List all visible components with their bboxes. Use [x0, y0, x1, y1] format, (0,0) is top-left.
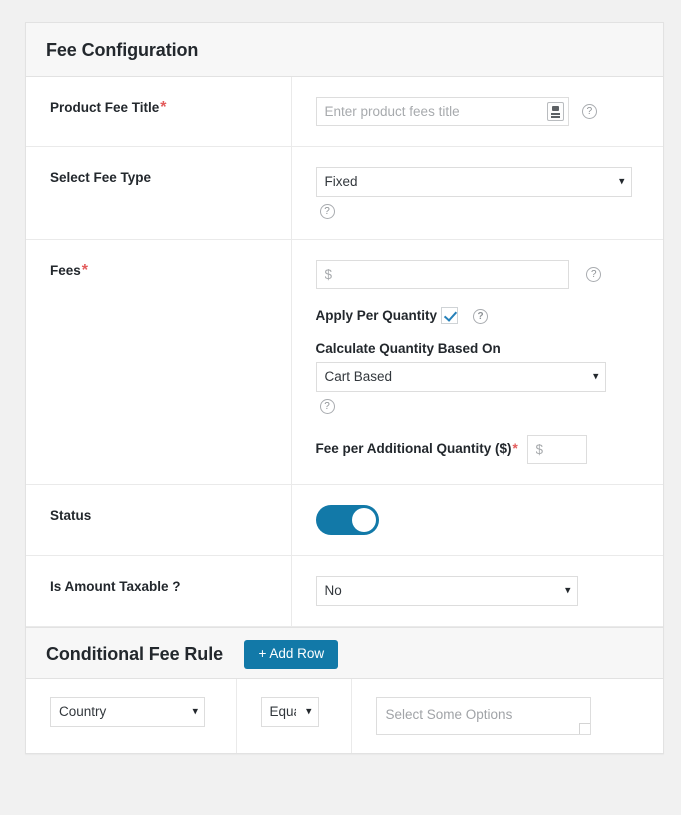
is-amount-taxable-select[interactable]: No: [316, 576, 578, 606]
row-product-fee-title: Product Fee Title* ?: [26, 77, 663, 147]
fee-per-additional-quantity-label: Fee per Additional Quantity ($): [316, 441, 512, 456]
field-cell-select-fee-type: Fixed ?: [291, 147, 663, 240]
rule-values-multiselect[interactable]: Select Some Options: [376, 697, 591, 735]
label-cell-select-fee-type: Select Fee Type: [26, 147, 291, 240]
fee-configuration-table: Product Fee Title* ? Select Fee Ty: [26, 77, 663, 627]
calculate-quantity-select[interactable]: Cart Based: [316, 362, 606, 392]
fee-type-select[interactable]: Fixed: [316, 167, 632, 197]
label-cell-status: Status: [26, 485, 291, 556]
help-icon-apply-per-quantity[interactable]: ?: [473, 309, 488, 324]
field-cell-is-amount-taxable: No: [291, 556, 663, 627]
rule-key-cell: Country: [26, 679, 236, 753]
label-is-amount-taxable: Is Amount Taxable ?: [50, 579, 181, 594]
is-amount-taxable-select-wrap: No: [316, 576, 578, 606]
fee-configuration-header: Fee Configuration: [26, 23, 663, 77]
conditional-fee-rule-header: Conditional Fee Rule + Add Row: [26, 627, 663, 679]
label-cell-product-fee-title: Product Fee Title*: [26, 77, 291, 147]
help-icon-select-fee-type[interactable]: ?: [320, 204, 335, 219]
row-is-amount-taxable: Is Amount Taxable ? No: [26, 556, 663, 627]
conditional-fee-rule-table: Country Equal Select Some Opt: [26, 679, 663, 753]
apply-per-quantity-row: Apply Per Quantity ?: [316, 307, 664, 324]
field-cell-fees: ? Apply Per Quantity ? Calculate Quantit…: [291, 240, 663, 485]
rule-values-placeholder: Select Some Options: [386, 707, 513, 722]
help-icon-calculate-quantity[interactable]: ?: [320, 399, 335, 414]
help-icon-product-fee-title[interactable]: ?: [582, 104, 597, 119]
fee-type-select-wrap: Fixed: [316, 167, 632, 197]
status-toggle[interactable]: [316, 505, 379, 535]
conditional-fee-rule-title: Conditional Fee Rule: [46, 644, 223, 664]
fee-per-additional-quantity-input[interactable]: [527, 435, 587, 464]
product-fee-title-input-wrap: [316, 97, 569, 126]
label-select-fee-type: Select Fee Type: [50, 170, 151, 185]
field-cell-product-fee-title: ?: [291, 77, 663, 147]
product-fee-title-input[interactable]: [316, 97, 569, 126]
required-marker: *: [81, 262, 88, 279]
label-cell-is-amount-taxable: Is Amount Taxable ?: [26, 556, 291, 627]
fee-configuration-card: Fee Configuration Product Fee Title*: [25, 22, 664, 754]
apply-per-quantity-label: Apply Per Quantity: [316, 308, 438, 323]
label-status: Status: [50, 508, 91, 523]
row-fees: Fees* ? Apply Per Quantity ? Calculate Q…: [26, 240, 663, 485]
page-title: Fee Configuration: [46, 40, 198, 60]
status-toggle-knob: [352, 508, 376, 532]
rule-values-cell: Select Some Options: [351, 679, 663, 753]
add-row-button[interactable]: + Add Row: [244, 640, 338, 669]
fees-amount-input[interactable]: [316, 260, 569, 289]
label-cell-fees: Fees*: [26, 240, 291, 485]
required-marker: *: [512, 441, 518, 456]
row-status: Status: [26, 485, 663, 556]
calculate-quantity-label: Calculate Quantity Based On: [316, 341, 664, 356]
resize-handle-icon[interactable]: [579, 723, 591, 735]
label-product-fee-title: Product Fee Title: [50, 100, 159, 115]
rule-operator-select-wrap: Equal: [261, 697, 319, 727]
rule-operator-select[interactable]: Equal: [261, 697, 319, 727]
apply-per-quantity-checkbox[interactable]: [441, 307, 458, 324]
conditional-rule-row: Country Equal Select Some Opt: [26, 679, 663, 753]
help-icon-fees[interactable]: ?: [586, 267, 601, 282]
page-root: Fee Configuration Product Fee Title*: [0, 0, 681, 815]
field-cell-status: [291, 485, 663, 556]
rule-key-select[interactable]: Country: [50, 697, 205, 727]
rule-operator-cell: Equal: [236, 679, 351, 753]
fee-per-additional-quantity-row: Fee per Additional Quantity ($)*: [316, 435, 664, 464]
required-marker: *: [159, 99, 166, 116]
label-fees: Fees: [50, 263, 81, 278]
rule-key-select-wrap: Country: [50, 697, 205, 727]
form-fill-icon[interactable]: [547, 102, 564, 121]
calculate-quantity-select-wrap: Cart Based: [316, 362, 606, 392]
row-select-fee-type: Select Fee Type Fixed ?: [26, 147, 663, 240]
